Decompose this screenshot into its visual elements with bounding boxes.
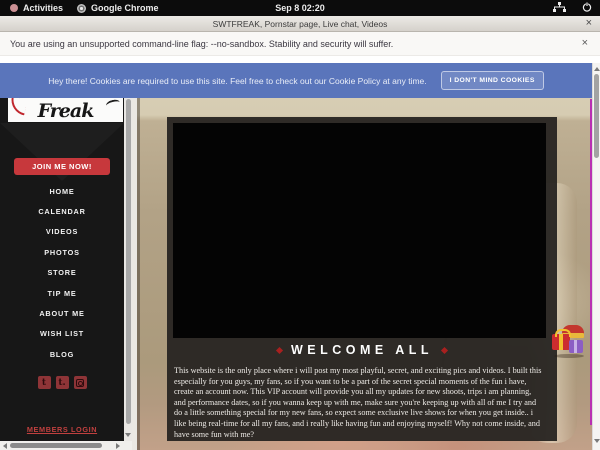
arrow-down-icon (594, 439, 600, 443)
page-scroll-up-button[interactable] (593, 65, 600, 73)
twitter-icon[interactable]: t (38, 376, 51, 389)
logo-swash-decoration (105, 98, 121, 109)
cookie-message: Hey there! Cookies are required to use t… (48, 76, 426, 86)
cookie-banner: Hey there! Cookies are required to use t… (0, 63, 592, 98)
sidebar-item-blog[interactable]: BLOG (0, 344, 124, 364)
scroll-left-button[interactable] (0, 441, 9, 450)
network-icon[interactable] (553, 2, 566, 14)
arrow-right-icon (116, 443, 120, 449)
background-wall-edge-dark (137, 63, 140, 450)
scroll-right-button[interactable] (113, 441, 122, 450)
sidebar-item-store[interactable]: STORE (0, 263, 124, 283)
logo-text: Freak (38, 100, 94, 122)
sidebar-vertical-scrollbar[interactable] (124, 63, 132, 441)
flag-infobar: You are using an unsupported command-lin… (0, 32, 600, 56)
diamond-bullet-icon (276, 346, 283, 353)
power-icon[interactable] (582, 2, 592, 14)
video-player[interactable] (173, 123, 546, 338)
gnome-top-bar: Activities Google Chrome Sep 8 02:20 (0, 0, 600, 16)
purple-gift-icon (569, 340, 583, 353)
arrow-up-icon (594, 67, 600, 71)
page-top-gap (0, 56, 600, 63)
sidebar-item-calendar[interactable]: CALENDAR (0, 201, 124, 221)
window-close-button[interactable]: × (586, 17, 592, 29)
welcome-heading: WELCOME ALL (291, 343, 433, 357)
welcome-heading-row: WELCOME ALL (167, 343, 557, 357)
infobar-message: You are using an unsupported command-lin… (0, 39, 393, 49)
page-viewport: Hey there! Cookies are required to use t… (0, 63, 600, 450)
screen: Activities Google Chrome Sep 8 02:20 (0, 0, 600, 450)
sidebar-scroll-down-button[interactable] (124, 429, 132, 441)
gift-shadow (554, 354, 584, 358)
arrow-down-icon (125, 433, 131, 437)
page-vscroll-thumb[interactable] (594, 74, 599, 158)
logo-flourish-decoration (9, 97, 28, 116)
sidebar-horizontal-scrollbar[interactable] (0, 441, 132, 450)
window-titlebar[interactable]: SWTFREAK, Pornstar page, Live chat, Vide… (0, 16, 600, 32)
sidebar-menu: HOME CALENDAR VIDEOS PHOTOS STORE TIP ME… (0, 181, 124, 365)
red-gift-icon (552, 334, 570, 350)
sidebar-item-wish-list[interactable]: WISH LIST (0, 324, 124, 344)
infobar-close-button[interactable]: × (582, 37, 588, 49)
instagram-icon[interactable] (74, 376, 87, 389)
sidebar-item-photos[interactable]: PHOTOS (0, 242, 124, 262)
main-content-area: WELCOME ALL This website is the only pla… (132, 63, 592, 450)
cookie-accept-button[interactable]: I DON'T MIND COOKIES (441, 71, 544, 90)
members-login-link[interactable]: MEMBERS LOGIN (0, 425, 124, 434)
social-links: t t. (0, 376, 124, 389)
page-vertical-scrollbar[interactable] (592, 63, 600, 450)
content-panel: WELCOME ALL This website is the only pla… (167, 117, 557, 441)
sidebar-vscroll-thumb[interactable] (126, 99, 131, 424)
arrow-left-icon (3, 443, 7, 449)
tumblr-icon[interactable]: t. (56, 376, 69, 389)
sidebar-item-videos[interactable]: VIDEOS (0, 222, 124, 242)
sidebar: Freak JOIN ME NOW! HOME CALENDAR VIDEOS … (0, 63, 124, 441)
sidebar-item-tip-me[interactable]: TIP ME (0, 283, 124, 303)
sidebar-hscroll-thumb[interactable] (10, 443, 102, 448)
intro-paragraph: This website is the only place where i w… (174, 366, 542, 440)
clock[interactable]: Sep 8 02:20 (0, 3, 600, 13)
page-scroll-down-button[interactable] (593, 437, 600, 445)
diamond-bullet-icon (441, 346, 448, 353)
window-title: SWTFREAK, Pornstar page, Live chat, Vide… (213, 19, 388, 29)
instagram-glyph (76, 379, 84, 387)
gift-boxes-decoration (552, 323, 592, 379)
join-me-now-button[interactable]: JOIN ME NOW! (14, 158, 110, 175)
sidebar-item-about-me[interactable]: ABOUT ME (0, 303, 124, 323)
sidebar-item-home[interactable]: HOME (0, 181, 124, 201)
